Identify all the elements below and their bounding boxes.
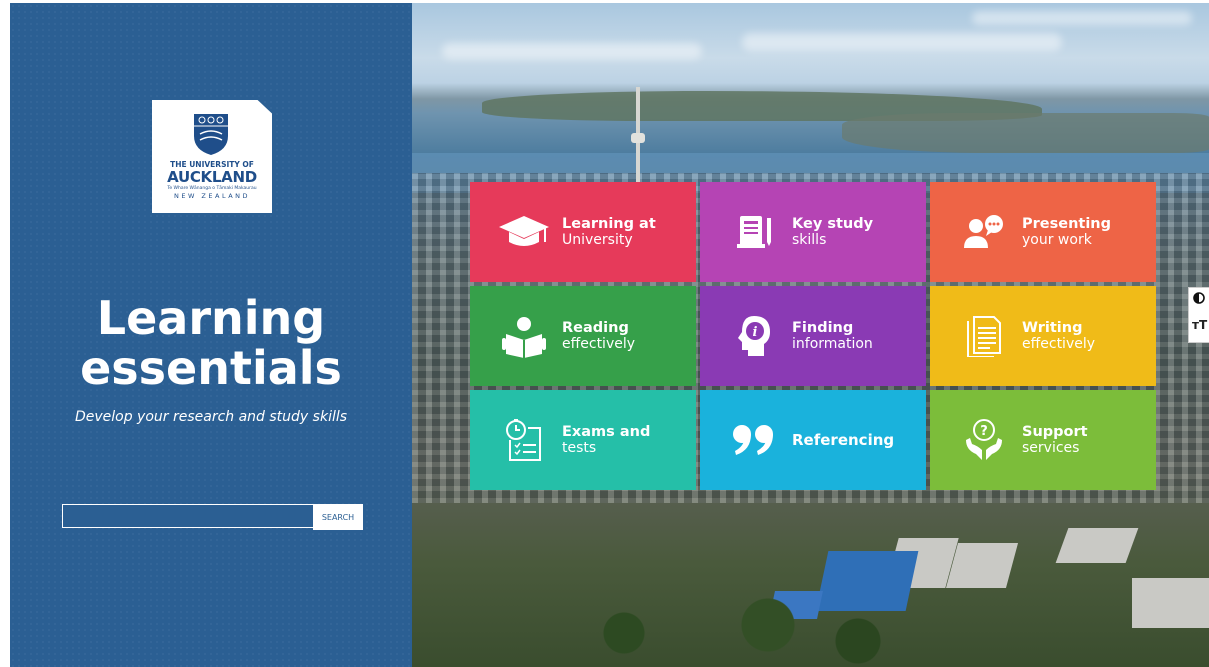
tile-subtitle: your work: [1022, 232, 1092, 248]
tile-finding-information[interactable]: i Finding information: [700, 286, 926, 386]
tile-title: Referencing: [792, 431, 895, 449]
presenter-speech-icon: [956, 208, 1012, 256]
tile-subtitle: effectively: [562, 336, 636, 352]
cloud: [442, 43, 702, 59]
page-title-line-1: Learning: [96, 291, 326, 345]
reader-book-icon: [496, 312, 552, 360]
trees: [552, 593, 912, 667]
tile-subtitle: University: [562, 232, 633, 248]
notebook-pencil-icon: [726, 208, 782, 256]
building-roof: [1132, 578, 1209, 628]
tile-referencing[interactable]: Referencing: [700, 390, 926, 490]
crest-icon: [194, 114, 228, 155]
tile-support-services[interactable]: ? Support services: [930, 390, 1156, 490]
tile-title: Key study: [792, 216, 874, 232]
cloud: [972, 11, 1192, 25]
tile-title: Finding: [792, 320, 854, 336]
logo-line-2: AUCKLAND: [167, 168, 257, 186]
text-size-button[interactable]: тT: [1192, 318, 1207, 332]
svg-text:?: ?: [980, 424, 988, 439]
tile-subtitle: effectively: [1022, 336, 1096, 352]
search-input[interactable]: [62, 504, 315, 528]
tile-title: Presenting: [1022, 216, 1112, 232]
graduation-cap-icon: [496, 208, 552, 256]
cloud: [742, 33, 1062, 51]
left-panel: THE UNIVERSITY OF AUCKLAND Te Whare Wāna…: [10, 3, 412, 667]
logo-line-3: Te Whare Wānanga o Tāmaki Makaurau: [167, 186, 257, 191]
tile-writing-effectively[interactable]: Writing effectively: [930, 286, 1156, 386]
tile-title: Support: [1022, 424, 1088, 440]
tile-learning-at-university[interactable]: Learning at University: [470, 182, 696, 282]
tile-subtitle: skills: [792, 232, 827, 248]
head-info-icon: i: [726, 312, 782, 360]
building-roof: [1055, 528, 1139, 563]
logo-line-4: NEW ZEALAND: [173, 192, 251, 200]
tile-subtitle: tests: [562, 440, 597, 456]
headland: [842, 113, 1209, 153]
contrast-icon[interactable]: [1193, 292, 1205, 304]
search-button[interactable]: SEARCH: [313, 504, 363, 530]
tile-title: Exams and: [562, 424, 651, 440]
quote-marks-icon: [726, 416, 782, 464]
tile-title: Writing: [1022, 320, 1083, 336]
building-roof: [945, 543, 1019, 588]
tile-reading-effectively[interactable]: Reading effectively: [470, 286, 696, 386]
document-icon: [956, 312, 1012, 360]
tile-key-study-skills[interactable]: Key study skills: [700, 182, 926, 282]
tile-subtitle: information: [792, 336, 873, 352]
page-title-line-2: essentials: [80, 341, 342, 395]
tile-title: Reading: [562, 320, 629, 336]
topic-grid: Learning at University Key study skills Pr…: [470, 182, 1158, 490]
page-title: Learning essentials: [10, 293, 412, 393]
svg-text:i: i: [753, 325, 758, 340]
tile-subtitle: services: [1022, 440, 1080, 456]
timer-checklist-icon: [496, 416, 552, 464]
tile-title: Learning at: [562, 216, 656, 232]
page-subtitle: Develop your research and study skills: [74, 409, 348, 425]
university-logo[interactable]: THE UNIVERSITY OF AUCKLAND Te Whare Wāna…: [152, 100, 272, 213]
tile-exams-and-tests[interactable]: Exams and tests: [470, 390, 696, 490]
hands-question-icon: ?: [956, 416, 1012, 464]
accessibility-toolbar: тT: [1188, 287, 1209, 343]
tile-presenting-your-work[interactable]: Presenting your work: [930, 182, 1156, 282]
sky-tower-pod: [631, 133, 645, 143]
